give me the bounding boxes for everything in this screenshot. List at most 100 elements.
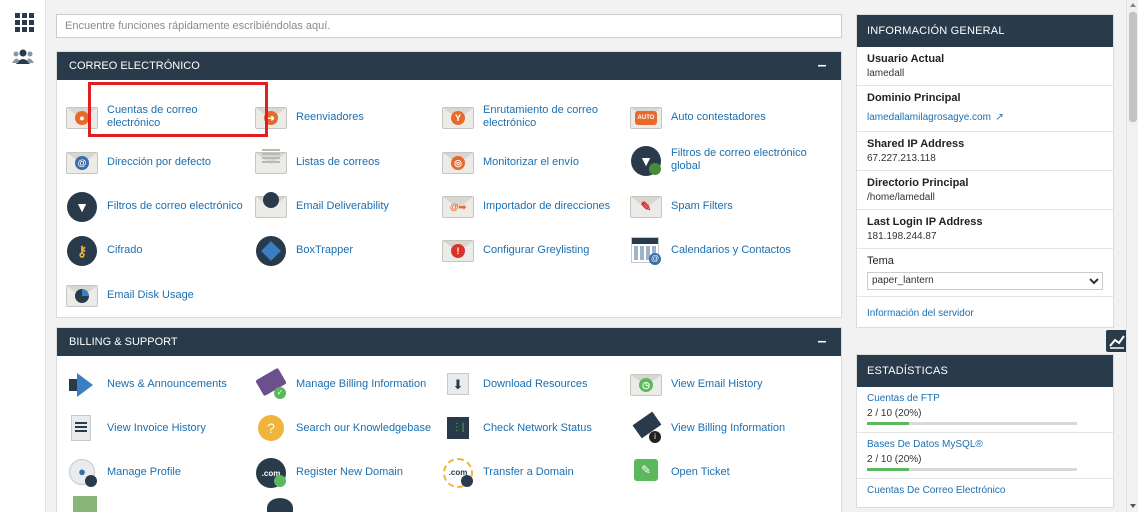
register-new-domain-item[interactable]: .com Register New Domain	[254, 452, 434, 492]
boxtrapper-item[interactable]: BoxTrapper	[254, 230, 434, 270]
import-badge: @➡	[449, 201, 467, 212]
stat-email-accounts-row: Cuentas De Correo Electrónico	[857, 479, 1113, 507]
view-email-history-item[interactable]: ◷ View Email History	[629, 364, 809, 404]
users-icon[interactable]	[12, 48, 34, 70]
news-announcements-item[interactable]: News & Announcements	[65, 364, 255, 404]
calendar-contacts-icon: @	[629, 233, 663, 267]
partial-icon	[73, 496, 97, 512]
open-ticket-icon: ✎	[629, 455, 663, 489]
scroll-up-icon[interactable]	[1130, 3, 1136, 7]
transfer-domain-item[interactable]: .com Transfer a Domain	[441, 452, 621, 492]
theme-select[interactable]: paper_lantern	[867, 271, 1103, 290]
download-resources-item[interactable]: ⬇ Download Resources	[441, 364, 621, 404]
encryption-item[interactable]: ⚷ Cifrado	[65, 230, 245, 270]
collapse-icon[interactable]: –	[815, 57, 829, 75]
item-label: Check Network Status	[483, 421, 592, 434]
stat-mysql-value: 2 / 10 (20%)	[867, 454, 922, 465]
item-label: Calendarios y Contactos	[671, 243, 791, 256]
page-scrollbar[interactable]	[1126, 0, 1138, 512]
email-filters-item[interactable]: ▼ Filtros de correo electrónico	[65, 186, 255, 226]
email-panel: CORREO ELECTRÓNICO – ● Cuentas de correo…	[56, 51, 842, 318]
email-panel-header[interactable]: CORREO ELECTRÓNICO –	[57, 52, 841, 80]
main-domain-link[interactable]: lamedallamilagrosagye.com	[867, 112, 991, 123]
global-filter-icon: ▼	[629, 143, 663, 177]
default-address-item[interactable]: @ Dirección por defecto	[65, 142, 245, 182]
check-network-status-item[interactable]: ⋮| Check Network Status	[441, 408, 621, 448]
collapse-icon[interactable]: –	[815, 333, 829, 351]
scroll-thumb[interactable]	[1129, 12, 1137, 122]
greylisting-icon: !	[441, 233, 475, 267]
stat-mysql-title[interactable]: Bases De Datos MySQL®	[867, 439, 1103, 450]
item-label: Register New Domain	[296, 465, 403, 478]
item-label: View Invoice History	[107, 421, 206, 434]
server-info-link[interactable]: Información del servidor	[867, 308, 974, 319]
statistics-header: ESTADÍSTICAS	[857, 355, 1113, 387]
shared-ip-row: Shared IP Address 67.227.213.118	[857, 132, 1113, 171]
item-label: View Billing Information	[671, 421, 786, 434]
stat-ftp-title[interactable]: Cuentas de FTP	[867, 393, 1103, 404]
apps-grid-icon[interactable]	[12, 10, 34, 32]
stat-email-accounts-title[interactable]: Cuentas De Correo Electrónico	[867, 485, 1103, 496]
forward-envelope-icon: ➜	[254, 100, 288, 134]
stats-chart-toggle[interactable]	[1106, 330, 1128, 352]
stat-ftp-bar	[867, 422, 1077, 425]
greylisting-item[interactable]: ! Configurar Greylisting	[441, 230, 631, 270]
mailing-lists-item[interactable]: Listas de correos	[254, 142, 434, 182]
track-delivery-icon: ◎	[441, 145, 475, 179]
partial-icon	[267, 498, 293, 512]
address-importer-item[interactable]: @➡ Importador de direcciones	[441, 186, 631, 226]
last-login-row: Last Login IP Address 181.198.244.87	[857, 210, 1113, 249]
global-email-filters-item[interactable]: ▼ Filtros de correo electrónico global	[629, 140, 829, 180]
statistics-box: ESTADÍSTICAS Cuentas de FTP 2 / 10 (20%)…	[856, 354, 1114, 508]
open-ticket-item[interactable]: ✎ Open Ticket	[629, 452, 809, 492]
view-invoice-history-item[interactable]: View Invoice History	[65, 408, 245, 448]
invoice-icon	[65, 411, 99, 445]
stat-ftp-value: 2 / 10 (20%)	[867, 408, 922, 419]
email-routing-item[interactable]: Y Enrutamiento de correo electrónico	[441, 97, 621, 137]
scroll-down-icon[interactable]	[1130, 504, 1136, 508]
home-dir-row: Directorio Principal /home/lamedall	[857, 171, 1113, 210]
network-status-icon: ⋮|	[441, 411, 475, 445]
search-knowledgebase-item[interactable]: ? Search our Knowledgebase	[254, 408, 444, 448]
item-label: Enrutamiento de correo electrónico	[483, 104, 598, 129]
main-domain-row: Dominio Principal lamedallamilagrosagye.…	[857, 86, 1113, 132]
view-billing-information-item[interactable]: i View Billing Information	[629, 408, 819, 448]
external-link-icon[interactable]: ↗	[995, 112, 1003, 123]
main-domain-label: Dominio Principal	[867, 92, 961, 104]
register-domain-icon: .com	[254, 455, 288, 489]
home-dir-label: Directorio Principal	[867, 177, 969, 189]
billing-panel-header[interactable]: BILLING & SUPPORT –	[57, 328, 841, 356]
item-label: Listas de correos	[296, 155, 380, 168]
billing-info-icon: i	[629, 411, 663, 445]
item-label: Download Resources	[483, 377, 588, 390]
shared-ip-value: 67.227.213.118	[867, 153, 936, 164]
stat-mysql-bar-fill	[867, 468, 909, 471]
autoresponders-item[interactable]: AUTO Auto contestadores	[629, 97, 829, 137]
user-envelope-icon: ●	[65, 100, 99, 134]
manage-billing-item[interactable]: ✓ Manage Billing Information	[254, 364, 444, 404]
encryption-key-icon: ⚷	[65, 233, 99, 267]
search-input[interactable]	[56, 14, 842, 38]
email-deliverability-item[interactable]: Email Deliverability	[254, 186, 434, 226]
item-label: Filtros de correo electrónico	[107, 199, 243, 212]
email-panel-title: CORREO ELECTRÓNICO	[69, 60, 200, 72]
billing-panel-title: BILLING & SUPPORT	[69, 336, 178, 348]
track-delivery-item[interactable]: ◎ Monitorizar el envío	[441, 142, 621, 182]
server-info-row: Información del servidor	[857, 297, 1113, 327]
knowledgebase-bulb-icon: ?	[254, 411, 288, 445]
email-accounts-item[interactable]: ● Cuentas de correo electrónico	[65, 97, 245, 137]
item-label: Filtros de correo electrónico global	[671, 147, 807, 172]
current-user-row: Usuario Actual lamedall	[857, 47, 1113, 86]
boxtrapper-icon	[254, 233, 288, 267]
forwarders-item[interactable]: ➜ Reenviadores	[254, 97, 434, 137]
last-login-label: Last Login IP Address	[867, 216, 983, 228]
manage-profile-item[interactable]: ● Manage Profile	[65, 452, 245, 492]
item-label: News & Announcements	[107, 377, 227, 390]
item-label: BoxTrapper	[296, 243, 354, 256]
email-disk-usage-item[interactable]: Email Disk Usage	[65, 275, 245, 315]
main-content: CORREO ELECTRÓNICO – ● Cuentas de correo…	[46, 0, 1128, 512]
spam-filter-icon: ✎	[629, 189, 663, 223]
calendars-contacts-item[interactable]: @ Calendarios y Contactos	[629, 230, 829, 270]
address-importer-icon: @➡	[441, 189, 475, 223]
spam-filters-item[interactable]: ✎ Spam Filters	[629, 186, 809, 226]
